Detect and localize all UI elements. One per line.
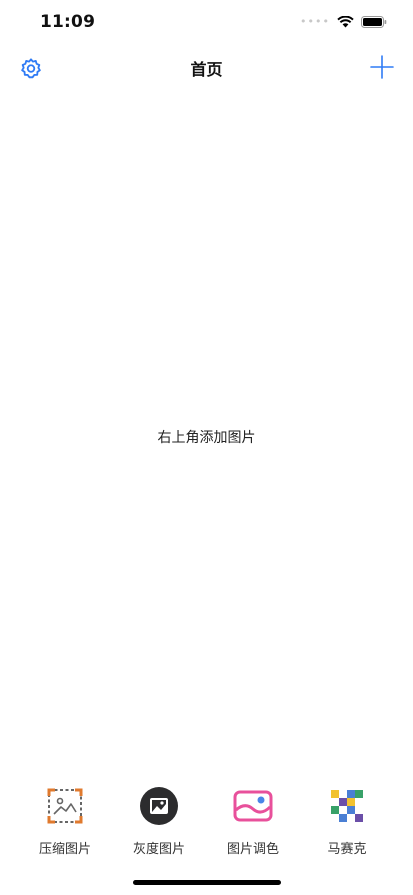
tab-compress-image[interactable]: 压缩图片 [18,786,112,866]
status-icons: •••• [300,15,387,28]
tab-mosaic[interactable]: 马赛克 [300,786,394,866]
tab-label-mosaic: 马赛克 [327,842,367,857]
compress-image-icon [47,788,83,824]
tab-label-grayscale: 灰度图片 [132,842,185,857]
battery-icon [361,15,387,28]
empty-state-hint: 右上角添加图片 [157,430,256,446]
mosaic-icon [331,790,363,822]
home-indicator[interactable] [133,880,281,885]
grayscale-image-icon [140,787,178,825]
status-bar: 11:09 •••• [0,0,413,48]
plus-icon [370,55,394,79]
tab-label-compress: 压缩图片 [38,842,91,857]
nav-bar: 首页 [0,48,413,88]
status-time: 11:09 [40,12,96,32]
signal-icon: •••• [300,15,330,28]
tab-label-color-adjust: 图片调色 [226,842,279,857]
wifi-icon [337,15,354,27]
tab-color-adjust[interactable]: 图片调色 [206,786,300,866]
color-adjust-icon [233,790,273,822]
tab-grayscale-image[interactable]: 灰度图片 [112,786,206,866]
tab-bar: 压缩图片 灰度图片 图片调色 马赛克 [0,786,413,866]
page-title: 首页 [190,60,223,79]
add-image-button[interactable] [369,54,395,80]
